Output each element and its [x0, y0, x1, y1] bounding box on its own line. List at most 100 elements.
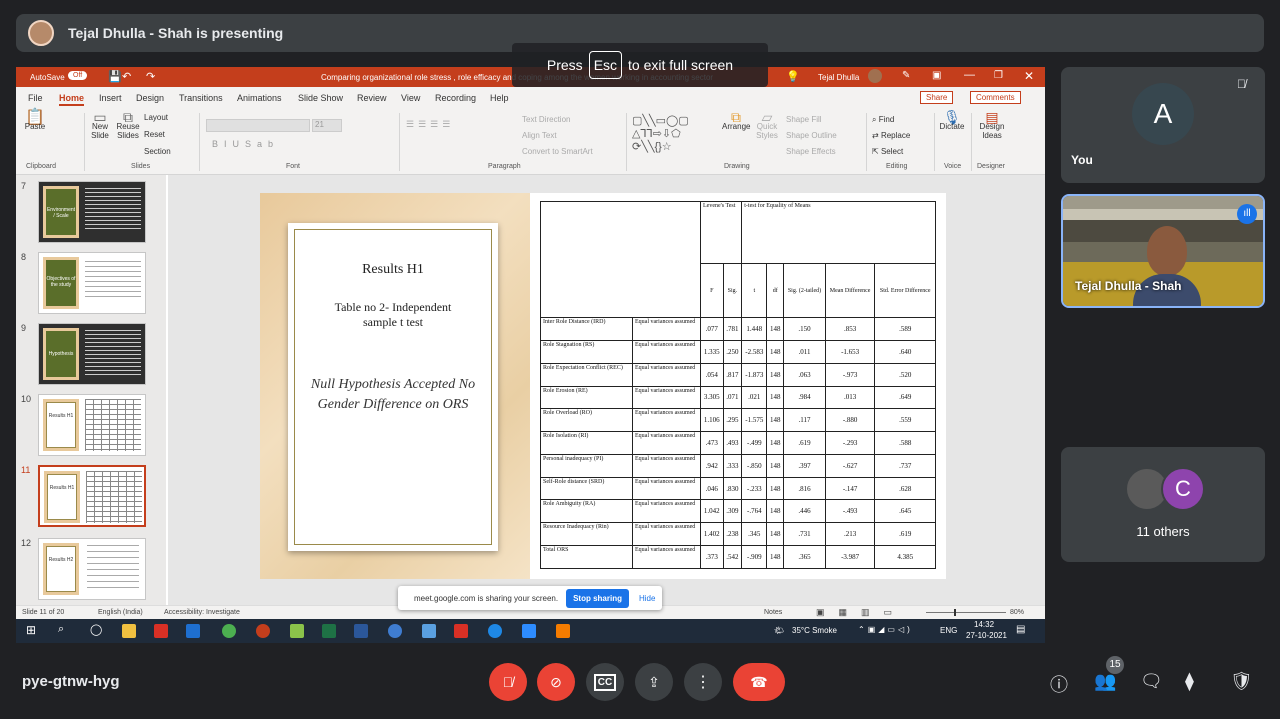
minimize-icon[interactable]: — [964, 69, 975, 81]
redo-icon[interactable]: ↷ [146, 70, 155, 83]
zoom-app-icon[interactable] [522, 624, 536, 638]
remote-app-icon[interactable] [422, 624, 436, 638]
quick-styles-button[interactable]: ▱ Quick Styles [754, 110, 780, 140]
host-controls-icon[interactable]: 🛡 [1230, 671, 1253, 692]
clock-time[interactable]: 14:32 [974, 620, 994, 629]
menu-design[interactable]: Design [136, 93, 164, 103]
replace-button[interactable]: ⇄ Replace [872, 131, 910, 140]
menu-file[interactable]: File [28, 93, 43, 103]
slide-thumbnail-11-selected[interactable]: Results H1 [38, 465, 146, 527]
text-direction-button[interactable]: Text Direction [522, 115, 570, 124]
autosave-toggle[interactable]: Off [68, 71, 88, 80]
undo-icon[interactable]: ↶ [122, 70, 131, 83]
new-slide-button[interactable]: ▭ New Slide [88, 110, 112, 140]
info-icon[interactable]: ⓘ [1050, 671, 1068, 697]
share-button[interactable]: Share [920, 91, 954, 104]
design-ideas-button[interactable]: ▤ Design Ideas [976, 110, 1008, 140]
mic-toggle-button[interactable]: 🎙̸ [489, 663, 527, 701]
pen-icon[interactable]: ✎ [902, 70, 910, 81]
outlook-icon[interactable] [186, 624, 200, 638]
teamviewer-icon[interactable] [488, 624, 502, 638]
slide-thumbnail-7[interactable]: Environment / Scale [38, 181, 146, 243]
menu-home[interactable]: Home [59, 93, 85, 106]
select-button[interactable]: ⇱ Select [872, 147, 903, 156]
chrome-icon[interactable] [222, 624, 236, 638]
notification-icon[interactable]: ▤ [1016, 624, 1025, 635]
zoom-level[interactable]: 80% [1010, 609, 1024, 616]
accessibility-status[interactable]: Accessibility: Investigate [164, 609, 240, 616]
powerpoint-icon[interactable] [256, 624, 270, 638]
recorder-app-icon[interactable] [454, 624, 468, 638]
search-icon[interactable]: ⌕ [58, 623, 64, 636]
menu-review[interactable]: Review [357, 93, 387, 103]
notes-button[interactable]: Notes [764, 609, 782, 616]
reset-button[interactable]: Reset [144, 130, 165, 139]
weather-text[interactable]: 35°C Smoke [792, 626, 837, 635]
view-buttons[interactable]: ▣▦▥▭ [816, 607, 906, 618]
font-size-box[interactable]: 21 [312, 119, 342, 132]
language-status[interactable]: English (India) [98, 609, 143, 616]
slide-thumbnail-10[interactable]: Results H1 [38, 394, 146, 456]
paste-button[interactable]: 📋 Paste [22, 110, 48, 132]
shape-outline-button[interactable]: Shape Outline [786, 131, 837, 140]
stop-sharing-button[interactable]: Stop sharing [566, 588, 629, 608]
pdf-app-icon[interactable] [154, 624, 168, 638]
notes-app-icon[interactable] [290, 624, 304, 638]
arrange-button[interactable]: ⧉ Arrange [722, 110, 750, 131]
slide-thumbnail-8[interactable]: Objectives of the study [38, 252, 146, 314]
user-avatar[interactable] [868, 69, 882, 83]
task-view-icon[interactable]: ◯ [90, 623, 102, 636]
layout-button[interactable]: Layout [144, 113, 168, 122]
font-format-buttons[interactable]: BIUSab [212, 139, 279, 149]
system-tray-icons[interactable]: ⌃▣◢▭◁) [858, 625, 913, 634]
participant-tile-others[interactable]: C 11 others [1061, 447, 1265, 562]
activities-icon[interactable]: ⧫ [1185, 671, 1194, 692]
current-slide[interactable]: Results H1 Table no 2- Independent sampl… [260, 193, 946, 579]
font-name-box[interactable] [206, 119, 310, 132]
more-options-button[interactable]: ⋮ [684, 663, 722, 701]
slide-thumbnail-9[interactable]: Hypothesis [38, 323, 146, 385]
save-icon[interactable]: 💾 [108, 70, 122, 83]
zoom-slider[interactable] [926, 609, 1006, 616]
chat-icon[interactable]: 🗨 [1140, 671, 1163, 692]
captions-button[interactable]: CC [586, 663, 624, 701]
close-icon[interactable]: ✕ [1024, 69, 1034, 83]
word-icon[interactable] [354, 624, 368, 638]
find-button[interactable]: ⌕ Find [872, 115, 894, 124]
align-text-button[interactable]: Align Text [522, 131, 557, 140]
menu-recording[interactable]: Recording [435, 93, 476, 103]
shape-effects-button[interactable]: Shape Effects [786, 147, 836, 156]
leave-call-button[interactable]: ☎ [733, 663, 785, 701]
participant-tile-presenter[interactable]: ıll Tejal Dhulla - Shah [1061, 194, 1265, 308]
people-icon[interactable]: 👥 [1094, 671, 1116, 692]
comments-button[interactable]: Comments [970, 91, 1021, 104]
sigma-app-icon[interactable] [388, 624, 402, 638]
participant-tile-you[interactable]: A You 🎙̸ [1061, 67, 1265, 183]
convert-smartart-button[interactable]: Convert to SmartArt [522, 147, 593, 156]
lightbulb-icon[interactable]: 💡 [786, 70, 800, 83]
vlc-icon[interactable] [556, 624, 570, 638]
slide-thumbnail-12[interactable]: Results H2 [38, 538, 146, 600]
ribbon-display-icon[interactable]: ▣ [932, 70, 941, 81]
section-button[interactable]: Section [144, 147, 171, 156]
shape-fill-button[interactable]: Shape Fill [786, 115, 822, 124]
menu-animations[interactable]: Animations [237, 93, 282, 103]
present-button[interactable]: ⇪ [635, 663, 673, 701]
excel-icon[interactable] [322, 624, 336, 638]
restore-icon[interactable]: ❐ [994, 70, 1003, 81]
windows-start-icon[interactable]: ⊞ [26, 623, 36, 637]
input-language[interactable]: ENG [940, 626, 957, 635]
menu-slide-show[interactable]: Slide Show [298, 93, 343, 103]
hide-button[interactable]: Hide [639, 594, 655, 603]
menu-help[interactable]: Help [490, 93, 509, 103]
menu-view[interactable]: View [401, 93, 420, 103]
reuse-slides-button[interactable]: ⧉ Reuse Slides [116, 110, 140, 140]
menu-transitions[interactable]: Transitions [179, 93, 223, 103]
file-explorer-icon[interactable] [122, 624, 136, 638]
list-buttons[interactable]: ☰☰☰☰ [406, 119, 454, 130]
camera-toggle-button[interactable]: ⊘ [537, 663, 575, 701]
shapes-gallery[interactable]: ▢╲╲▭◯▢ △⅂⅂⇨⇩⬠ ⟳╲╲{}☆ [632, 115, 689, 154]
clock-date[interactable]: 27-10-2021 [966, 631, 1007, 640]
menu-insert[interactable]: Insert [99, 93, 122, 103]
dictate-button[interactable]: 🎙 Dictate [938, 110, 966, 131]
